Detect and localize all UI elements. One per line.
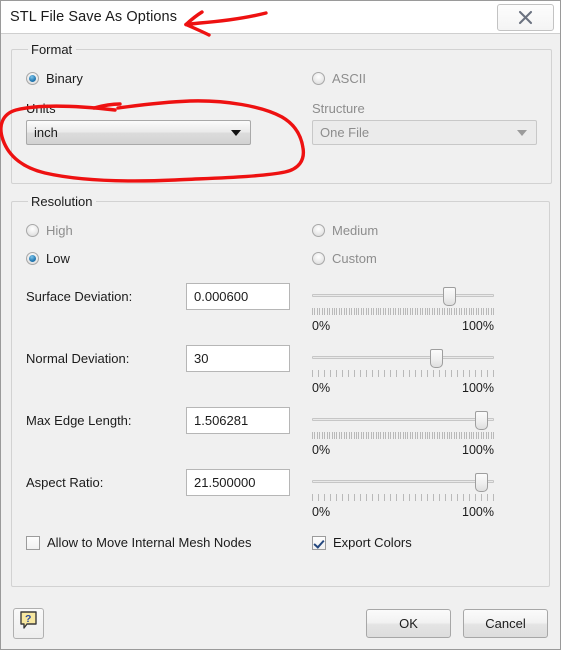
help-question-icon: ? bbox=[19, 611, 38, 635]
field-row-aspect-ratio: Aspect Ratio: 21.500000 0% 100% bbox=[26, 469, 535, 519]
max-edge-length-label: Max Edge Length: bbox=[26, 413, 132, 428]
radio-high[interactable]: High bbox=[26, 217, 312, 243]
checkbox-allow-move-nodes[interactable]: Allow to Move Internal Mesh Nodes bbox=[26, 535, 312, 550]
resolution-radio-row-1: High Medium bbox=[26, 215, 535, 243]
format-dropdown-row: Units inch Structure One File bbox=[26, 91, 537, 145]
slider-min-label: 0% bbox=[312, 505, 331, 519]
field-row-normal-deviation: Normal Deviation: 30 0% 100% bbox=[26, 345, 535, 395]
surface-deviation-label: Surface Deviation: bbox=[26, 289, 133, 304]
radio-low-indicator bbox=[26, 251, 39, 265]
radio-binary[interactable]: Binary bbox=[26, 65, 312, 91]
chevron-down-icon bbox=[231, 129, 241, 136]
aspect-ratio-slider-wrap: 0% 100% bbox=[312, 469, 535, 519]
aspect-ratio-input[interactable]: 21.500000 bbox=[186, 469, 290, 496]
dialog-footer: ? OK Cancel bbox=[1, 597, 560, 649]
help-button[interactable]: ? bbox=[13, 607, 44, 639]
slider-thumb[interactable] bbox=[442, 287, 456, 306]
radio-custom[interactable]: Custom bbox=[312, 245, 535, 271]
slider-thumb[interactable] bbox=[475, 411, 489, 430]
svg-text:?: ? bbox=[25, 613, 31, 625]
structure-dropdown: One File bbox=[312, 120, 537, 145]
slider-ticks bbox=[312, 494, 494, 501]
title-bar: STL File Save As Options bbox=[1, 1, 560, 34]
resolution-radio-row-2: Low Custom bbox=[26, 243, 535, 271]
radio-binary-label: Binary bbox=[46, 70, 83, 86]
field-row-surface-deviation: Surface Deviation: 0.000600 0% 100% bbox=[26, 283, 535, 333]
normal-deviation-slider[interactable] bbox=[312, 347, 494, 369]
slider-max-label: 100% bbox=[462, 505, 494, 519]
structure-value: One File bbox=[320, 125, 370, 140]
format-group-legend: Format bbox=[31, 42, 73, 57]
ok-button[interactable]: OK bbox=[366, 608, 451, 638]
slider-ticks bbox=[312, 308, 494, 315]
radio-low-label: Low bbox=[46, 250, 70, 266]
slider-track bbox=[312, 294, 494, 297]
max-edge-length-input[interactable]: 1.506281 bbox=[186, 407, 290, 434]
slider-scale-labels: 0% 100% bbox=[312, 443, 494, 457]
radio-ascii[interactable]: ASCII bbox=[312, 65, 537, 91]
cancel-button[interactable]: Cancel bbox=[463, 608, 548, 638]
slider-min-label: 0% bbox=[312, 381, 331, 395]
aspect-ratio-label: Aspect Ratio: bbox=[26, 475, 104, 490]
slider-track bbox=[312, 418, 494, 421]
slider-track bbox=[312, 356, 494, 359]
slider-track bbox=[312, 480, 494, 483]
close-button[interactable] bbox=[497, 4, 554, 31]
structure-label: Structure bbox=[312, 101, 365, 116]
normal-deviation-slider-wrap: 0% 100% bbox=[312, 345, 535, 395]
slider-max-label: 100% bbox=[462, 381, 494, 395]
slider-max-label: 100% bbox=[462, 319, 494, 333]
page-title: STL File Save As Options bbox=[10, 9, 178, 25]
checkbox-export-colors[interactable]: Export Colors bbox=[312, 535, 535, 550]
surface-deviation-input[interactable]: 0.000600 bbox=[186, 283, 290, 310]
radio-medium-indicator bbox=[312, 223, 325, 237]
slider-scale-labels: 0% 100% bbox=[312, 381, 494, 395]
slider-scale-labels: 0% 100% bbox=[312, 319, 494, 333]
max-edge-length-slider[interactable] bbox=[312, 409, 494, 431]
surface-deviation-slider-wrap: 0% 100% bbox=[312, 283, 535, 333]
surface-deviation-slider[interactable] bbox=[312, 285, 494, 307]
format-group: Format Binary ASCII Units inch Structure… bbox=[11, 42, 552, 184]
checkbox-row: Allow to Move Internal Mesh Nodes Export… bbox=[26, 535, 535, 550]
slider-min-label: 0% bbox=[312, 443, 331, 457]
radio-medium-label: Medium bbox=[332, 222, 379, 238]
radio-custom-label: Custom bbox=[332, 250, 377, 266]
close-x-icon bbox=[517, 10, 534, 25]
radio-binary-indicator bbox=[26, 71, 39, 85]
slider-thumb[interactable] bbox=[429, 349, 443, 368]
slider-max-label: 100% bbox=[462, 443, 494, 457]
slider-min-label: 0% bbox=[312, 319, 331, 333]
normal-deviation-label: Normal Deviation: bbox=[26, 351, 130, 366]
checkbox-export-colors-box bbox=[312, 535, 326, 550]
units-value: inch bbox=[34, 125, 58, 140]
radio-ascii-label: ASCII bbox=[332, 70, 366, 86]
resolution-group-legend: Resolution bbox=[31, 194, 93, 209]
format-radio-row: Binary ASCII bbox=[26, 63, 537, 91]
radio-low[interactable]: Low bbox=[26, 245, 312, 271]
field-row-max-edge-length: Max Edge Length: 1.506281 0% 100% bbox=[26, 407, 535, 457]
slider-ticks bbox=[312, 370, 494, 377]
units-dropdown[interactable]: inch bbox=[26, 120, 251, 145]
resolution-group: Resolution High Medium Low Custom Surfac… bbox=[11, 194, 550, 587]
checkbox-export-colors-label: Export Colors bbox=[333, 535, 412, 550]
aspect-ratio-slider[interactable] bbox=[312, 471, 494, 493]
radio-high-label: High bbox=[46, 222, 73, 238]
radio-custom-indicator bbox=[312, 251, 325, 265]
stl-save-options-dialog: STL File Save As Options Format Binary A… bbox=[0, 0, 561, 650]
radio-ascii-indicator bbox=[312, 71, 325, 85]
radio-high-indicator bbox=[26, 223, 39, 237]
radio-medium[interactable]: Medium bbox=[312, 217, 535, 243]
units-label: Units bbox=[26, 101, 56, 116]
slider-thumb[interactable] bbox=[475, 473, 489, 492]
slider-ticks bbox=[312, 432, 494, 439]
max-edge-length-slider-wrap: 0% 100% bbox=[312, 407, 535, 457]
chevron-down-icon bbox=[517, 129, 527, 136]
slider-scale-labels: 0% 100% bbox=[312, 505, 494, 519]
checkbox-allow-move-nodes-box bbox=[26, 535, 40, 550]
dialog-body: Format Binary ASCII Units inch Structure… bbox=[1, 34, 560, 597]
normal-deviation-input[interactable]: 30 bbox=[186, 345, 290, 372]
checkbox-allow-move-nodes-label: Allow to Move Internal Mesh Nodes bbox=[47, 535, 252, 550]
